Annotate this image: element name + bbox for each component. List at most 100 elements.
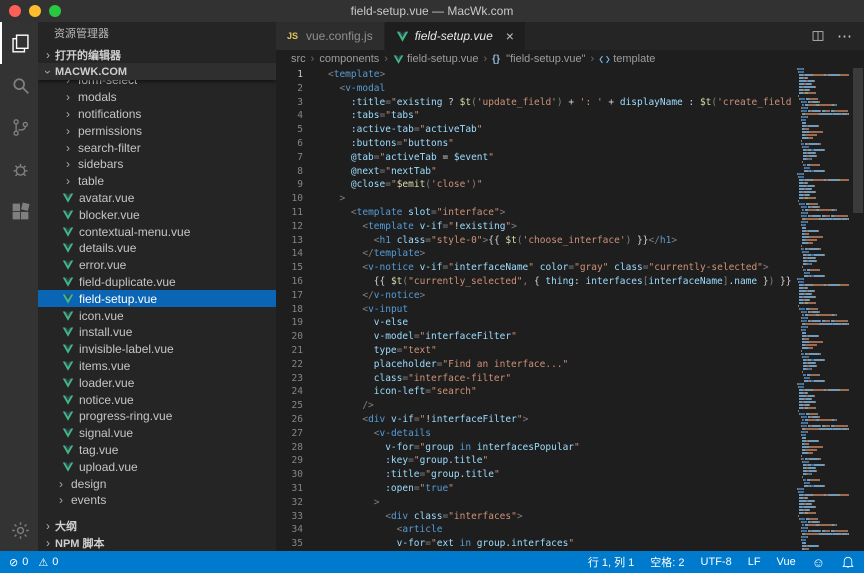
minimap[interactable]	[797, 68, 852, 551]
tree-item-items.vue[interactable]: items.vue	[38, 358, 276, 375]
tree-item-table[interactable]: ›table	[38, 173, 276, 190]
tree-item-modals[interactable]: ›modals	[38, 89, 276, 106]
project-section-header[interactable]: › MACWK.COM	[38, 63, 276, 80]
tree-item-signal.vue[interactable]: signal.vue	[38, 425, 276, 442]
code-line[interactable]: 33 <div class="interfaces">	[276, 510, 797, 524]
activity-debug-icon[interactable]	[0, 148, 38, 190]
code-line[interactable]: 4 :tabs="tabs"	[276, 109, 797, 123]
tree-item-notice.vue[interactable]: notice.vue	[38, 391, 276, 408]
tree-item-icon.vue[interactable]: icon.vue	[38, 307, 276, 324]
tree-item-loader.vue[interactable]: loader.vue	[38, 374, 276, 391]
tree-item-tag.vue[interactable]: tag.vue	[38, 442, 276, 459]
status-item-2[interactable]: UTF-8	[701, 556, 732, 568]
tree-item-error.vue[interactable]: error.vue	[38, 257, 276, 274]
tree-item-form-select[interactable]: ›form-select	[38, 80, 276, 89]
problems-indicator[interactable]: ⊘ 0 ⚠ 0	[9, 556, 64, 569]
tree-item-invisible-label.vue[interactable]: invisible-label.vue	[38, 341, 276, 358]
code-line[interactable]: 35 v-for="ext in group.interfaces"	[276, 537, 797, 551]
close-window-button[interactable]	[9, 5, 21, 17]
tab-field-setup.vue[interactable]: field-setup.vue×	[385, 22, 526, 50]
code-line[interactable]: 14 </template>	[276, 247, 797, 261]
code-line[interactable]: 30 :title="group.title"	[276, 468, 797, 482]
breadcrumb-item-template[interactable]: template	[599, 53, 655, 65]
tree-item-sidebars[interactable]: ›sidebars	[38, 156, 276, 173]
code-line[interactable]: 29 :key="group.title"	[276, 454, 797, 468]
code-line[interactable]: 20 v-model="interfaceFilter"	[276, 330, 797, 344]
activity-explorer-icon[interactable]	[0, 22, 38, 64]
outline-section-header[interactable]: › 大纲	[38, 517, 276, 534]
tree-item-design[interactable]: ›design	[38, 475, 276, 492]
tree-item-search-filter[interactable]: ›search-filter	[38, 139, 276, 156]
tree-item-progress-ring.vue[interactable]: progress-ring.vue	[38, 408, 276, 425]
tree-item-field-duplicate.vue[interactable]: field-duplicate.vue	[38, 274, 276, 291]
code-line[interactable]: 34 <article	[276, 523, 797, 537]
code-line[interactable]: 19 v-else	[276, 316, 797, 330]
code-line[interactable]: 13 <h1 class="style-0">{{ $t('choose_int…	[276, 234, 797, 248]
code-line[interactable]: 10 >	[276, 192, 797, 206]
code-line[interactable]: 26 <div v-if="!interfaceFilter">	[276, 413, 797, 427]
split-editor-icon[interactable]	[811, 29, 825, 43]
activity-search-icon[interactable]	[0, 64, 38, 106]
status-item-1[interactable]: 空格: 2	[650, 554, 684, 570]
status-item-3[interactable]: LF	[748, 556, 761, 568]
chevron-right-icon: ›	[62, 80, 74, 87]
tree-item-permissions[interactable]: ›permissions	[38, 122, 276, 139]
activity-settings-icon[interactable]	[0, 509, 38, 551]
code-area[interactable]: 1<template>2 <v-modal3 :title="existing …	[276, 68, 797, 551]
tree-item-avatar.vue[interactable]: avatar.vue	[38, 190, 276, 207]
code-line[interactable]: 24 icon-left="search"	[276, 385, 797, 399]
code-line[interactable]: 7 @tab="activeTab = $event"	[276, 151, 797, 165]
code-line[interactable]: 23 class="interface-filter"	[276, 372, 797, 386]
code-line[interactable]: 32 >	[276, 496, 797, 510]
breadcrumb-item-src[interactable]: src	[291, 53, 306, 65]
code-line[interactable]: 6 :buttons="buttons"	[276, 137, 797, 151]
code-line[interactable]: 28 v-for="group in interfacesPopular"	[276, 441, 797, 455]
tree-item-details.vue[interactable]: details.vue	[38, 240, 276, 257]
npm-scripts-section-header[interactable]: › NPM 脚本	[38, 534, 276, 551]
more-actions-icon[interactable]: ⋯	[837, 27, 852, 45]
code-line[interactable]: 3 :title="existing ? $t('update_field') …	[276, 96, 797, 110]
tree-item-blocker.vue[interactable]: blocker.vue	[38, 206, 276, 223]
code-line[interactable]: 17 </v-notice>	[276, 289, 797, 303]
status-item-0[interactable]: 行 1, 列 1	[588, 554, 634, 570]
code-line[interactable]: 9 @close="$emit('close')"	[276, 178, 797, 192]
code-line[interactable]: 18 <v-input	[276, 303, 797, 317]
code-text: <template slot="interface">	[316, 206, 505, 220]
breadcrumb-item-components[interactable]: components	[319, 53, 379, 65]
tree-item-notifications[interactable]: ›notifications	[38, 106, 276, 123]
code-line[interactable]: 21 type="text"	[276, 344, 797, 358]
code-line[interactable]: 5 :active-tab="activeTab"	[276, 123, 797, 137]
code-line[interactable]: 31 :open="true"	[276, 482, 797, 496]
code-line[interactable]: 8 @next="nextTab"	[276, 165, 797, 179]
tree-item-events[interactable]: ›events	[38, 492, 276, 509]
code-line[interactable]: 22 placeholder="Find an interface..."	[276, 358, 797, 372]
sidebar-title: 资源管理器	[38, 22, 276, 46]
activity-extensions-icon[interactable]	[0, 190, 38, 232]
editor-scrollbar[interactable]	[852, 68, 864, 551]
code-line[interactable]: 1<template>	[276, 68, 797, 82]
notifications-bell-icon[interactable]	[841, 555, 855, 569]
code-line[interactable]: 27 <v-details	[276, 427, 797, 441]
zoom-window-button[interactable]	[49, 5, 61, 17]
feedback-smiley-icon[interactable]: ☺	[812, 555, 825, 570]
tree-item-install.vue[interactable]: install.vue	[38, 324, 276, 341]
breadcrumb-item-field-setup.vue[interactable]: field-setup.vue	[393, 53, 479, 65]
code-line[interactable]: 2 <v-modal	[276, 82, 797, 96]
code-line[interactable]: 11 <template slot="interface">	[276, 206, 797, 220]
tree-item-contextual-menu.vue[interactable]: contextual-menu.vue	[38, 223, 276, 240]
tree-item-field-setup.vue[interactable]: field-setup.vue	[38, 290, 276, 307]
tree-item-upload.vue[interactable]: upload.vue	[38, 458, 276, 475]
open-editors-section-header[interactable]: › 打开的编辑器	[38, 46, 276, 63]
code-line[interactable]: 15 <v-notice v-if="interfaceName" color=…	[276, 261, 797, 275]
activity-source-control-icon[interactable]	[0, 106, 38, 148]
breadcrumb-item-field-setup.vue[interactable]: {}"field-setup.vue"	[492, 53, 585, 65]
tab-vue.config.js[interactable]: JSvue.config.js	[276, 22, 385, 50]
scrollbar-thumb[interactable]	[853, 68, 863, 213]
minimize-window-button[interactable]	[29, 5, 41, 17]
code-editor[interactable]: 1<template>2 <v-modal3 :title="existing …	[276, 68, 864, 551]
status-item-4[interactable]: Vue	[777, 556, 796, 568]
code-line[interactable]: 16 {{ $t("currently_selected", { thing: …	[276, 275, 797, 289]
code-line[interactable]: 12 <template v-if="!existing">	[276, 220, 797, 234]
close-tab-icon[interactable]: ×	[506, 29, 514, 43]
code-line[interactable]: 25 />	[276, 399, 797, 413]
